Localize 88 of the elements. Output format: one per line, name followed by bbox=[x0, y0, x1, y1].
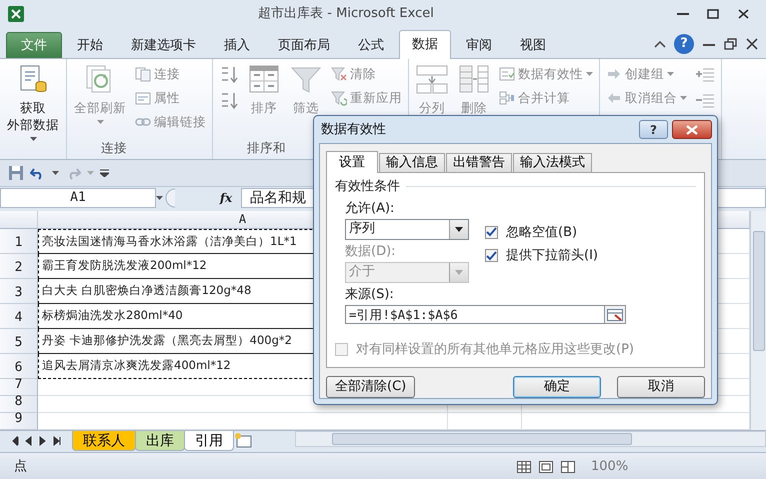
page-layout-icon[interactable] bbox=[539, 460, 553, 472]
row-header[interactable]: 6 bbox=[0, 354, 38, 379]
ribbon-tab[interactable]: 新建选项卡 bbox=[118, 32, 209, 58]
data-validation-icon bbox=[499, 66, 515, 82]
normal-view-icon[interactable] bbox=[517, 460, 531, 472]
close-icon[interactable] bbox=[746, 38, 758, 50]
row-header[interactable]: 4 bbox=[0, 304, 38, 329]
row-header[interactable]: 5 bbox=[0, 329, 38, 354]
group-label: 连接 bbox=[100, 139, 128, 157]
row-header[interactable]: 1 bbox=[0, 229, 38, 254]
range-select-icon bbox=[607, 309, 623, 322]
save-icon[interactable] bbox=[8, 165, 24, 181]
ribbon-tab[interactable]: 视图 bbox=[507, 32, 559, 58]
caret-icon bbox=[455, 270, 463, 274]
properties-icon bbox=[135, 90, 151, 106]
checkbox[interactable] bbox=[485, 249, 498, 262]
horizontal-scrollbar[interactable] bbox=[295, 431, 766, 447]
sheet-tab[interactable]: 出库 bbox=[135, 431, 185, 451]
customize-icon[interactable] bbox=[100, 169, 109, 177]
ribbon-tab[interactable]: 文件 bbox=[6, 32, 62, 58]
sort-descending-icon bbox=[219, 91, 239, 111]
dialog-title: 数据有效性 bbox=[320, 120, 387, 139]
checkbox[interactable] bbox=[485, 226, 498, 239]
dialog-tab[interactable]: 输入信息 bbox=[379, 153, 445, 172]
checkmark-icon bbox=[486, 227, 497, 238]
connection-icon bbox=[135, 66, 151, 82]
help-button[interactable]: ? bbox=[639, 120, 668, 139]
caret-icon bbox=[667, 72, 674, 76]
group-label: 排序和 bbox=[246, 139, 287, 157]
caret-icon bbox=[455, 226, 463, 232]
checkbox-label: 忽略空值(B) bbox=[506, 224, 578, 242]
ribbon-tab[interactable]: 公式 bbox=[345, 32, 397, 58]
dialog-button[interactable]: 确定 bbox=[513, 376, 601, 398]
caret-icon[interactable] bbox=[52, 171, 59, 175]
ribbon-tab[interactable]: 开始 bbox=[64, 32, 116, 58]
field-label: 来源(S): bbox=[345, 286, 394, 304]
help-button[interactable]: ? bbox=[674, 34, 694, 54]
consolidate-icon bbox=[499, 90, 515, 106]
dialog-tab[interactable]: 输入法模式 bbox=[513, 153, 592, 172]
row-header[interactable]: 3 bbox=[0, 279, 38, 304]
zoom-level[interactable]: 100% bbox=[591, 456, 628, 476]
row-header[interactable]: 8 bbox=[0, 396, 38, 413]
status-mode: 点 bbox=[14, 458, 27, 476]
close-icon bbox=[685, 124, 699, 134]
close-icon bbox=[738, 9, 748, 19]
dialog-button[interactable]: 取消 bbox=[617, 376, 705, 398]
excel-icon bbox=[8, 6, 24, 22]
sheet-tab[interactable]: 引用 bbox=[184, 431, 234, 451]
caret-icon bbox=[586, 72, 593, 76]
split-columns-icon bbox=[416, 64, 448, 96]
collapse-dialog-button[interactable] bbox=[604, 304, 626, 324]
ribbon-tab[interactable]: 页面布局 bbox=[265, 32, 343, 58]
scrollbar-thumb[interactable] bbox=[332, 433, 632, 445]
minimize-icon bbox=[677, 13, 689, 15]
section-heading: 有效性条件 bbox=[335, 178, 400, 196]
dropdown-button[interactable] bbox=[449, 220, 468, 238]
row-header[interactable]: 7 bbox=[0, 379, 38, 396]
dialog-tab[interactable]: 出错警告 bbox=[446, 153, 512, 172]
dropdown-field[interactable]: 序列 bbox=[345, 218, 469, 240]
ribbon-tab[interactable]: 审阅 bbox=[453, 32, 505, 58]
vertical-scrollbar[interactable] bbox=[750, 211, 766, 430]
source-field[interactable]: =引用!$A$1:$A$6 bbox=[345, 304, 605, 324]
ribbon-tab[interactable]: 数据 bbox=[399, 30, 451, 59]
window-title: 超市出库表 - Microsoft Excel bbox=[257, 5, 435, 24]
sheet-tab[interactable]: 联系人 bbox=[72, 431, 136, 451]
collapse-ribbon-icon[interactable] bbox=[654, 40, 666, 48]
close-button[interactable] bbox=[672, 120, 712, 139]
caret-icon bbox=[96, 120, 104, 124]
caret-icon bbox=[30, 136, 36, 141]
clear-filter-icon bbox=[331, 66, 347, 82]
maximize-icon bbox=[707, 9, 719, 19]
reapply-filter-icon bbox=[331, 90, 347, 106]
name-box[interactable]: A1 bbox=[0, 188, 156, 208]
restore-icon[interactable] bbox=[724, 38, 738, 50]
row-header[interactable]: 9 bbox=[0, 413, 38, 430]
sort-ascending-icon bbox=[219, 65, 239, 85]
page-break-icon[interactable] bbox=[561, 460, 575, 472]
row-header[interactable]: 2 bbox=[0, 254, 38, 279]
insert-function-button[interactable]: fx bbox=[211, 189, 241, 207]
ribbon-button[interactable]: 获取 外部数据 bbox=[4, 62, 62, 143]
ribbon-tab[interactable]: 插入 bbox=[211, 32, 263, 58]
caret-icon[interactable] bbox=[156, 196, 163, 200]
dialog-tab[interactable]: 设置 bbox=[326, 151, 378, 173]
arrow-right-icon bbox=[606, 66, 622, 82]
checkmark-icon bbox=[486, 250, 497, 261]
checkbox-label: 提供下拉箭头(I) bbox=[506, 247, 598, 265]
scrollbar-thumb[interactable] bbox=[753, 231, 765, 351]
caret-icon bbox=[680, 96, 687, 100]
